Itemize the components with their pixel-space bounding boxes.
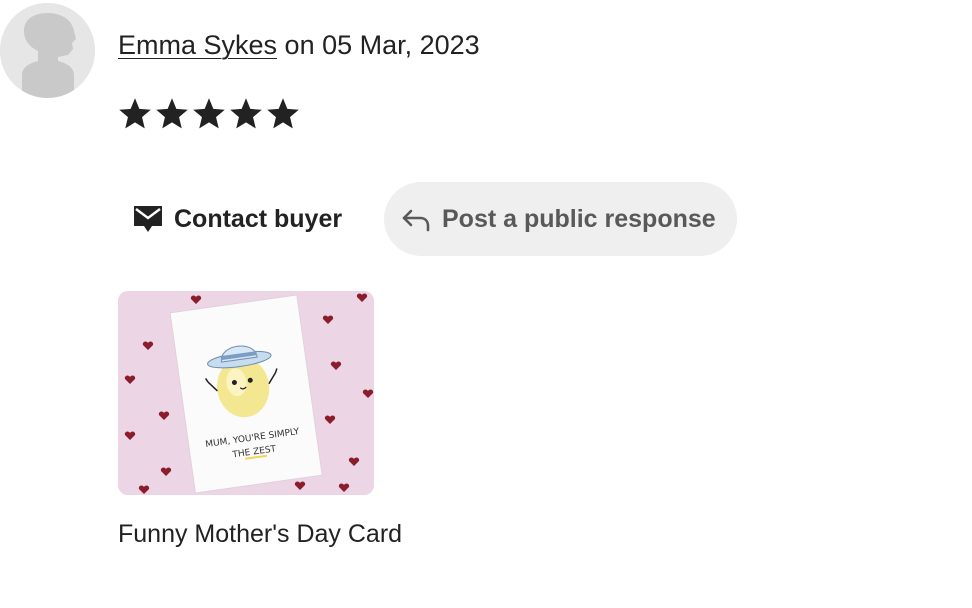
star-icon (230, 98, 262, 129)
product-title[interactable]: Funny Mother's Day Card (118, 518, 402, 550)
star-icon (119, 98, 151, 129)
review-date: on 05 Mar, 2023 (277, 30, 480, 60)
star-icon (193, 98, 225, 129)
post-public-response-button[interactable]: Post a public response (384, 182, 737, 256)
default-avatar-icon (0, 3, 95, 98)
product-thumbnail[interactable]: MUM, YOU'RE SIMPLY THE ZEST (118, 291, 374, 495)
reviewer-name-link[interactable]: Emma Sykes (118, 30, 277, 60)
reply-arrow-icon (402, 209, 430, 232)
post-public-response-label: Post a public response (442, 204, 716, 233)
reviewer-avatar (0, 3, 95, 98)
mail-icon (134, 206, 162, 232)
review-header: Emma Sykes on 05 Mar, 2023 (118, 28, 480, 62)
product-image: MUM, YOU'RE SIMPLY THE ZEST (118, 291, 374, 495)
contact-buyer-label: Contact buyer (174, 204, 343, 233)
star-icon (267, 98, 299, 129)
star-rating (117, 96, 301, 132)
contact-buyer-button[interactable]: Contact buyer (118, 182, 366, 256)
star-icon (156, 98, 188, 129)
